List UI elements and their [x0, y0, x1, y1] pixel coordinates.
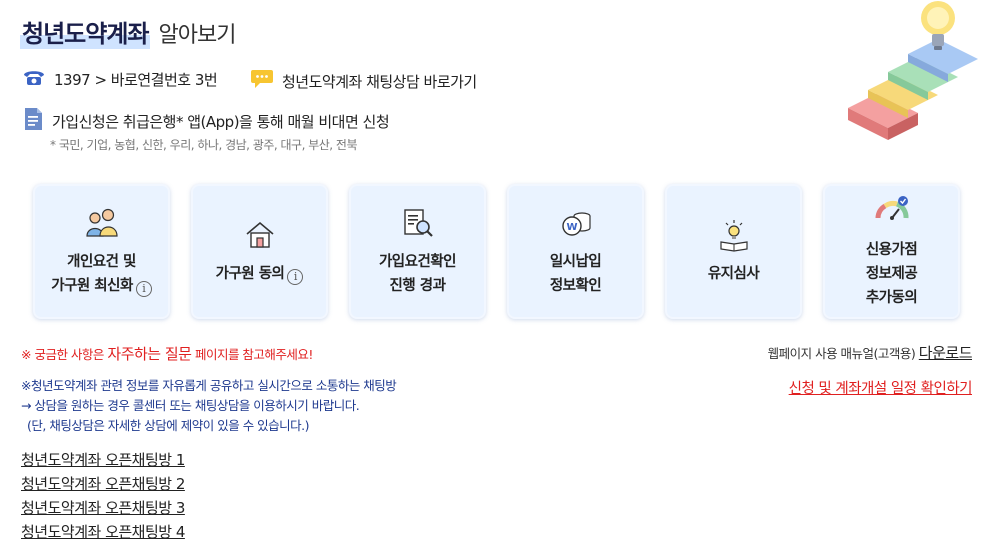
telephone-icon — [22, 68, 46, 90]
open-chat-room-link[interactable]: 청년도약계좌 오픈채팅방 4 — [21, 520, 185, 544]
card-label-line1: 일시납입 — [549, 253, 602, 270]
lightbulb-book-icon — [717, 218, 751, 252]
schedule-check-link[interactable]: 신청 및 계좌개설 일정 확인하기 — [789, 377, 973, 398]
card-label-line2: 가구원 최신화 — [51, 277, 133, 294]
open-chat-rooms: 청년도약계좌 오픈채팅방 1 청년도약계좌 오픈채팅방 2 청년도약계좌 오픈채… — [21, 448, 185, 544]
stairs-lightbulb-illustration — [838, 0, 988, 150]
card-maintenance-review[interactable]: 유지심사 — [665, 184, 802, 319]
page-title-main: 청년도약계좌 — [20, 14, 151, 49]
family-icon — [85, 206, 119, 240]
svg-text:W: W — [566, 222, 577, 233]
house-icon — [243, 218, 277, 252]
chat-consult-link[interactable]: 청년도약계좌 채팅상담 바로가기 — [250, 68, 477, 94]
card-label-line1: 유지심사 — [707, 265, 760, 282]
page-title: 청년도약계좌 알아보기 — [20, 14, 236, 49]
open-chat-room-link[interactable]: 청년도약계좌 오픈채팅방 2 — [21, 472, 185, 496]
service-cards: 개인요건 및 가구원 최신화 i 가구원 동의 i 가입요건확인 진행 경과 W… — [33, 184, 960, 319]
faq-note-suffix: 페이지를 참고해주세요! — [191, 347, 314, 362]
chat-bubble-icon — [250, 68, 274, 94]
manual-label: 웹페이지 사용 매뉴얼(고객용) — [767, 346, 919, 361]
join-info-text: 가입신청은 취급은행* 앱(App)을 통해 매월 비대면 신청 — [52, 112, 390, 131]
faq-note-prefix: ※ 궁금한 사항은 — [21, 347, 108, 362]
card-label-line2: 정보제공 — [865, 265, 918, 282]
document-search-icon — [401, 206, 435, 240]
join-info: 가입신청은 취급은행* 앱(App)을 통해 매월 비대면 신청 — [22, 107, 390, 135]
card-label-line2: 진행 경과 — [389, 277, 446, 294]
open-chat-room-link[interactable]: 청년도약계좌 오픈채팅방 1 — [21, 448, 185, 472]
manual-download: 웹페이지 사용 매뉴얼(고객용) 다운로드 — [767, 342, 973, 363]
coins-icon: W — [559, 206, 593, 240]
card-label-line1: 개인요건 및 — [67, 253, 136, 270]
chatroom-note: ※청년도약계좌 관련 정보를 자유롭게 공유하고 실시간으로 소통하는 채팅방 … — [21, 376, 397, 436]
card-eligibility-progress[interactable]: 가입요건확인 진행 경과 — [349, 184, 486, 319]
card-label-line1: 가구원 동의 — [215, 265, 285, 282]
card-label-line2: 정보확인 — [549, 277, 602, 294]
card-label-line1: 신용가점 — [865, 241, 918, 258]
card-lump-sum-info[interactable]: W 일시납입 정보확인 — [507, 184, 644, 319]
chatroom-note-line3: (단, 채팅상담은 자세한 상담에 제약이 있을 수 있습니다.) — [27, 418, 310, 433]
phone-number-text: 1397 > 바로연결번호 3번 — [54, 70, 218, 89]
card-label-line1: 가입요건확인 — [378, 253, 457, 270]
faq-link[interactable]: 자주하는 질문 — [107, 345, 192, 363]
chat-consult-label: 청년도약계좌 채팅상담 바로가기 — [282, 72, 477, 91]
card-credit-info-consent[interactable]: 신용가점 정보제공 추가동의 — [823, 184, 960, 319]
chatroom-note-line2: → 상담을 원하는 경우 콜센터 또는 채팅상담을 이용하시기 바랍니다. — [21, 398, 360, 413]
open-chat-room-link[interactable]: 청년도약계좌 오픈채팅방 3 — [21, 496, 185, 520]
chatroom-note-line1: ※청년도약계좌 관련 정보를 자유롭게 공유하고 실시간으로 소통하는 채팅방 — [21, 378, 397, 393]
info-icon[interactable]: i — [287, 268, 304, 285]
credit-gauge-icon — [875, 194, 909, 228]
card-household-consent[interactable]: 가구원 동의 i — [191, 184, 328, 319]
manual-download-link[interactable]: 다운로드 — [919, 344, 973, 362]
info-icon[interactable]: i — [135, 280, 152, 297]
card-label-line3: 추가동의 — [865, 289, 918, 306]
card-personal-requirements[interactable]: 개인요건 및 가구원 최신화 i — [33, 184, 170, 319]
banks-note: * 국민, 기업, 농협, 신한, 우리, 하나, 경남, 광주, 대구, 부산… — [50, 138, 358, 152]
phone-contact: 1397 > 바로연결번호 3번 — [22, 68, 218, 90]
document-icon — [22, 107, 44, 135]
faq-note: ※ 궁금한 사항은 자주하는 질문 페이지를 참고해주세요! — [21, 343, 313, 364]
page-title-sub: 알아보기 — [158, 23, 236, 48]
